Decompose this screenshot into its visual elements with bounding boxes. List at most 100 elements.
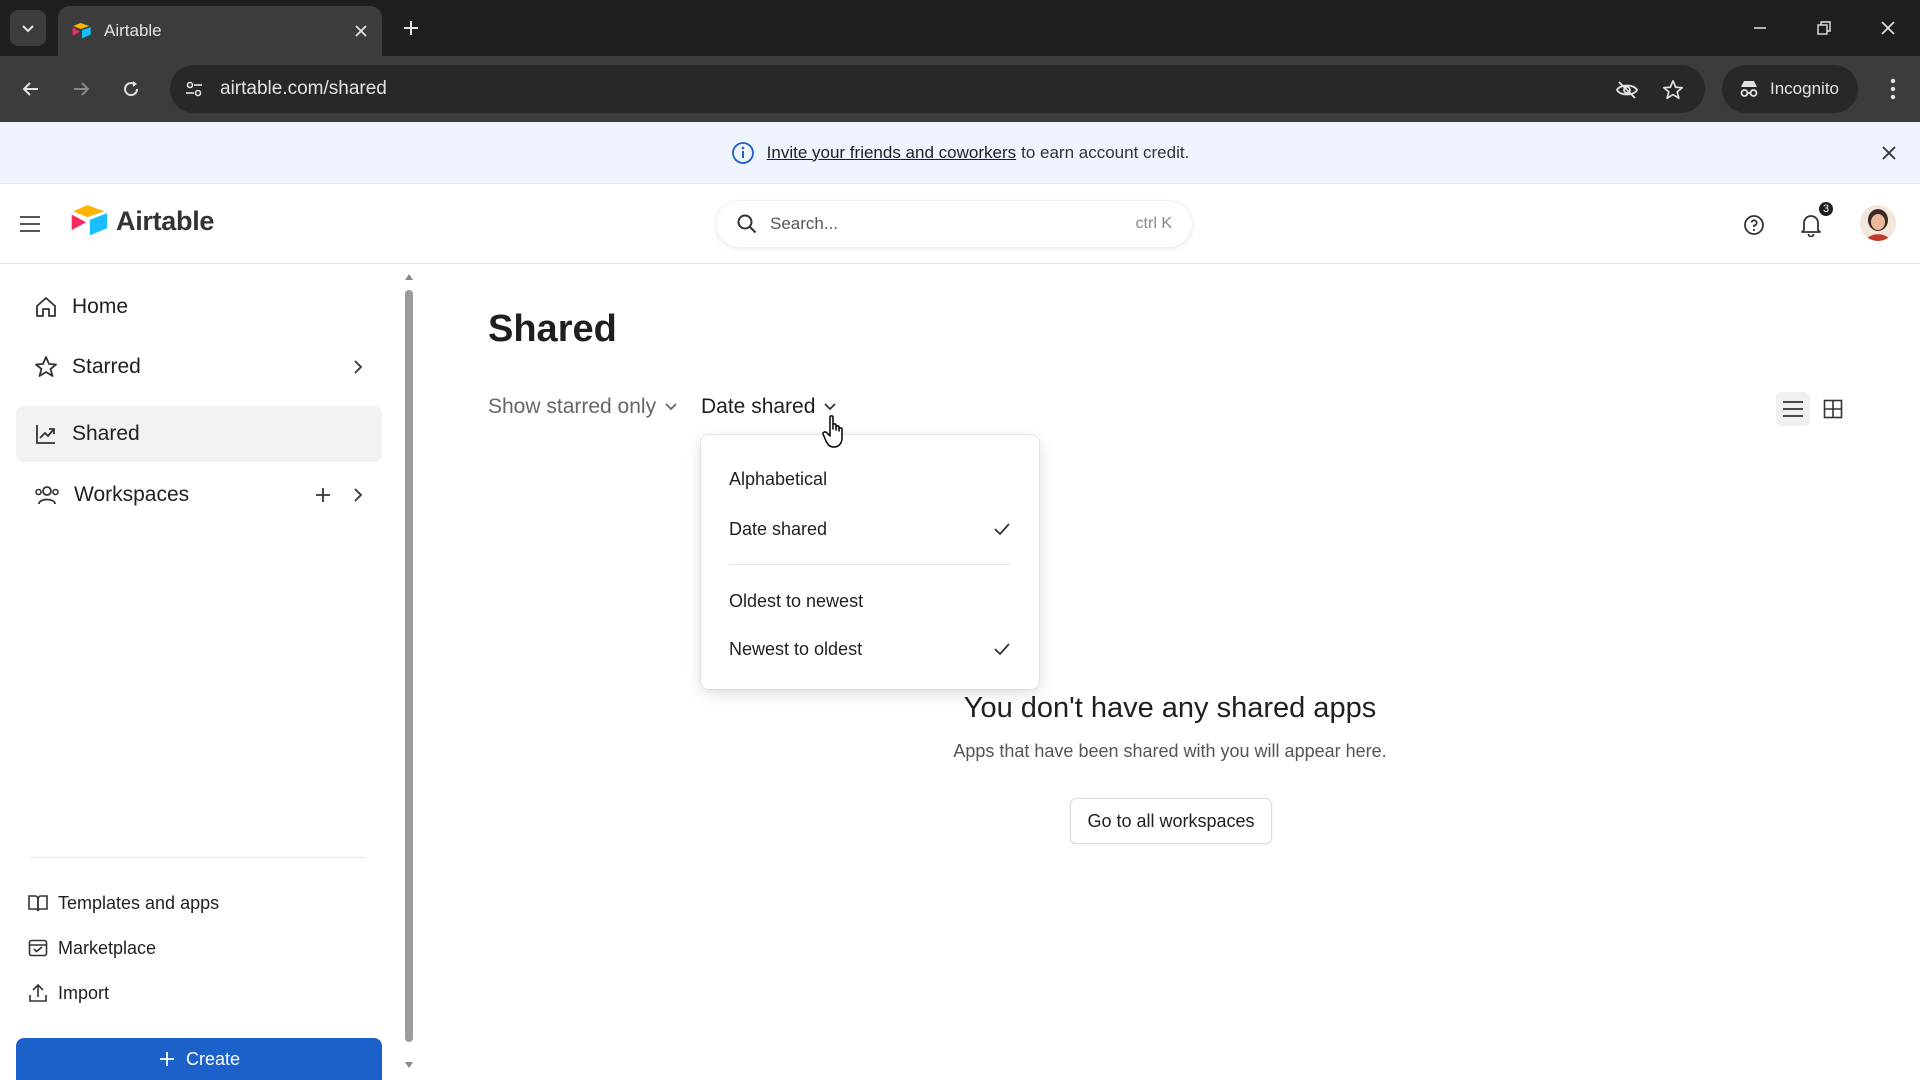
check-icon — [993, 522, 1011, 536]
triangle-up-icon — [405, 274, 413, 280]
logo-text: Airtable — [116, 205, 215, 236]
menu-item-label: Newest to oldest — [729, 638, 863, 659]
empty-state-title: You don't have any shared apps — [963, 692, 1377, 724]
sidebar-item-label: Starred — [72, 355, 141, 378]
reload-button[interactable] — [114, 72, 148, 106]
plus-icon[interactable] — [314, 486, 332, 504]
incognito-indicator[interactable]: Incognito — [1722, 65, 1858, 113]
check-icon — [993, 642, 1011, 656]
airtable-logo-icon — [71, 205, 107, 236]
airtable-logo[interactable]: Airtable — [70, 204, 214, 238]
menu-item-label: Oldest to newest — [729, 590, 864, 611]
info-icon — [731, 141, 755, 165]
browser-toolbar: airtable.com/shared Incognito — [0, 56, 1920, 122]
more-vertical-icon — [1890, 78, 1896, 100]
scroll-down-arrow[interactable] — [404, 1060, 414, 1070]
sort-option-alphabetical[interactable]: Alphabetical — [711, 457, 1029, 501]
templates-and-apps-link[interactable]: Templates and apps — [28, 886, 219, 920]
close-window-button[interactable] — [1868, 10, 1908, 46]
close-icon — [1882, 146, 1896, 160]
marketplace-icon — [28, 939, 48, 957]
banner-close-button[interactable] — [1876, 140, 1902, 166]
list-view-button[interactable] — [1776, 392, 1810, 426]
sort-dropdown[interactable]: Date shared — [701, 395, 837, 419]
order-option-oldest-to-newest[interactable]: Oldest to newest — [711, 579, 1029, 623]
sidebar-item-shared[interactable]: Shared — [16, 406, 382, 462]
scroll-up-arrow[interactable] — [404, 272, 414, 282]
marketplace-link[interactable]: Marketplace — [28, 931, 156, 965]
restore-button[interactable] — [1804, 10, 1844, 46]
sort-option-date-shared[interactable]: Date shared — [711, 507, 1029, 551]
minimize-button[interactable] — [1740, 10, 1780, 46]
menu-separator — [729, 564, 1011, 565]
sidebar-divider — [30, 857, 366, 858]
chevron-right-icon[interactable] — [352, 487, 364, 503]
chevron-down-icon — [824, 403, 837, 411]
go-to-all-workspaces-button[interactable]: Go to all workspaces — [1070, 798, 1272, 844]
incognito-icon — [1740, 81, 1758, 97]
reload-icon — [124, 81, 139, 97]
tracking-protection-button[interactable] — [1614, 77, 1640, 103]
search-input[interactable]: Search... ctrl K — [716, 201, 1192, 247]
airtable-favicon-icon — [72, 23, 91, 39]
chevron-right-icon[interactable] — [352, 359, 364, 375]
sidebar-item-starred[interactable]: Starred — [16, 339, 382, 395]
scroll-thumb[interactable] — [405, 290, 413, 1042]
home-icon — [36, 297, 56, 317]
browser-tab-bar: Airtable — [0, 0, 1920, 56]
forward-button[interactable] — [64, 72, 98, 106]
browser-tab[interactable]: Airtable — [58, 6, 382, 56]
tab-search-button[interactable] — [10, 10, 46, 46]
new-tab-button[interactable] — [395, 12, 427, 44]
avatar[interactable] — [1860, 205, 1896, 241]
browser-menu-button[interactable] — [1876, 72, 1910, 106]
sidebar-item-home[interactable]: Home — [16, 279, 382, 335]
help-icon — [1744, 215, 1764, 235]
minimize-icon — [1754, 27, 1766, 29]
order-option-newest-to-oldest[interactable]: Newest to oldest — [711, 627, 1029, 671]
import-link[interactable]: Import — [28, 976, 109, 1010]
create-button[interactable]: Create — [16, 1038, 382, 1080]
tab-title: Airtable — [104, 21, 162, 40]
search-shortcut: ctrl K — [1135, 215, 1172, 232]
hand-cursor-icon — [822, 415, 843, 448]
workspaces-icon — [35, 486, 59, 505]
back-button[interactable] — [14, 72, 48, 106]
plus-icon — [159, 1052, 174, 1066]
eye-off-icon — [1615, 81, 1639, 99]
grid-icon — [1823, 399, 1843, 419]
sidebar-toggle-button[interactable] — [16, 210, 44, 238]
shared-icon — [36, 425, 55, 444]
chevron-down-icon — [665, 403, 677, 411]
bookmark-button[interactable] — [1660, 77, 1686, 103]
search-icon — [737, 214, 757, 234]
invite-link[interactable]: Invite your friends and coworkers — [767, 143, 1016, 163]
invite-banner: Invite your friends and coworkers to ear… — [0, 122, 1920, 184]
menu-item-label: Alphabetical — [729, 468, 828, 489]
footer-item-label: Marketplace — [58, 937, 157, 958]
help-button[interactable] — [1739, 210, 1769, 240]
incognito-label: Incognito — [1770, 79, 1839, 98]
empty-state: You don't have any shared apps Apps that… — [880, 692, 1460, 762]
bell-icon — [1801, 215, 1821, 237]
sidebar-item-label: Workspaces — [74, 483, 190, 506]
close-tab-icon[interactable] — [354, 24, 368, 38]
app-header: Airtable Search... ctrl K — [0, 184, 1920, 264]
empty-state-subtitle: Apps that have been shared with you will… — [953, 741, 1387, 761]
grid-view-button[interactable] — [1816, 392, 1850, 426]
close-icon — [1881, 21, 1895, 35]
starred-filter-label: Show starred only — [488, 395, 657, 418]
triangle-down-icon — [405, 1062, 413, 1068]
chevron-down-icon — [22, 25, 34, 33]
back-arrow-icon — [22, 82, 38, 96]
starred-filter-dropdown[interactable]: Show starred only — [488, 395, 678, 419]
user-avatar-icon — [1860, 205, 1896, 241]
address-bar[interactable]: airtable.com/shared — [170, 65, 1705, 113]
sidebar-item-workspaces[interactable]: Workspaces — [16, 467, 382, 523]
import-icon — [29, 983, 47, 1002]
site-settings-icon[interactable] — [184, 79, 204, 99]
book-icon — [28, 895, 48, 912]
star-icon — [35, 356, 57, 377]
sidebar-scrollbar[interactable] — [402, 270, 416, 1080]
footer-item-label: Templates and apps — [58, 892, 220, 913]
